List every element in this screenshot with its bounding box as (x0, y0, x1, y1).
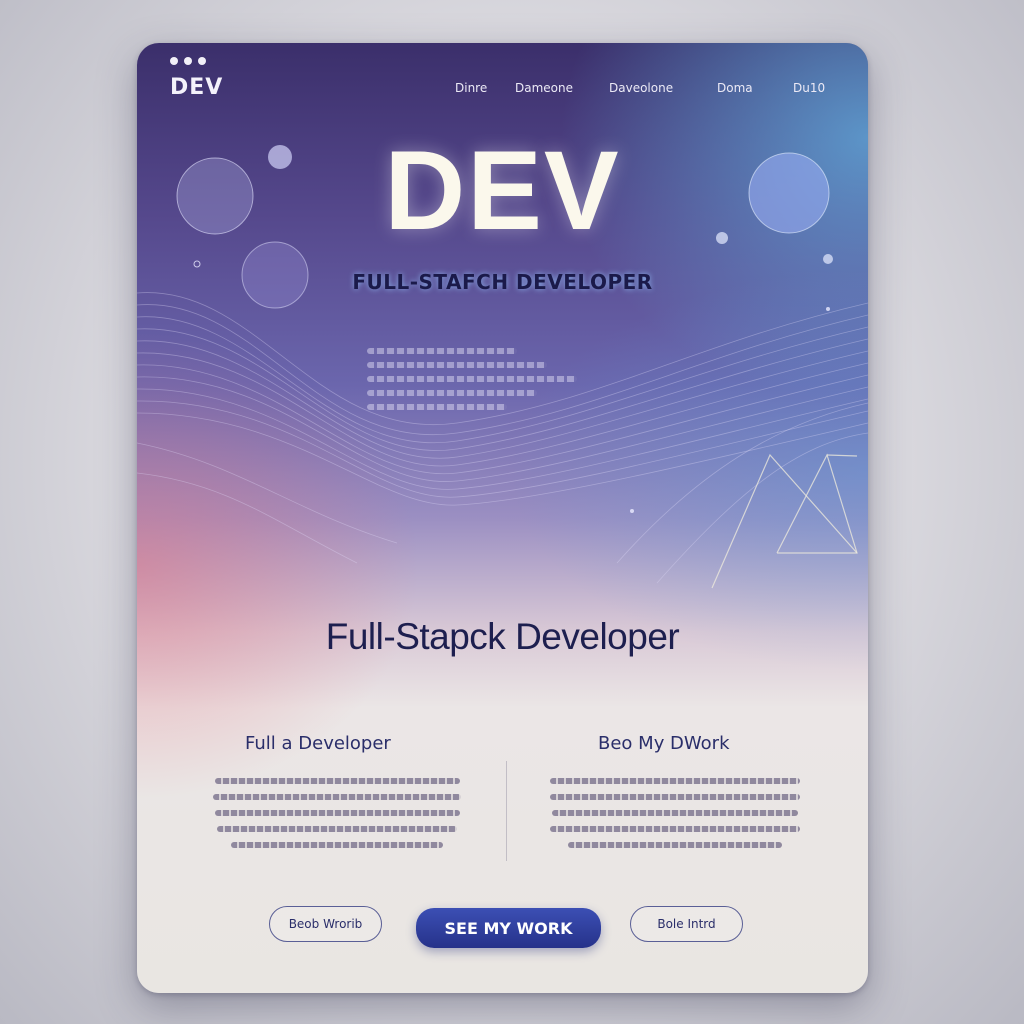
section-title: Full-Stapck Developer (325, 616, 680, 657)
text-line (214, 778, 460, 784)
hero-title: DEV (384, 128, 621, 253)
window-dot (198, 57, 206, 65)
secondary-right-button[interactable]: Bole Intrd (630, 906, 743, 942)
blurred-text-line (367, 376, 577, 382)
left-column-text (212, 778, 462, 858)
triangle-lines (711, 453, 858, 589)
wave-lines (137, 292, 868, 584)
text-line (550, 778, 800, 784)
portfolio-window: DEV Dinre Dameone Daveolone Doma Du10 DE… (137, 43, 868, 993)
text-line (550, 794, 800, 800)
window-dots (170, 57, 206, 65)
text-line (550, 826, 800, 832)
text-line (213, 794, 461, 800)
nav-item-4[interactable]: Doma (717, 81, 753, 95)
nav-item-3[interactable]: Daveolone (609, 81, 673, 95)
hero-blurred-text (367, 348, 587, 418)
text-line (568, 842, 782, 848)
nav-item-2[interactable]: Dameone (515, 81, 573, 95)
left-column-heading: Full a Developer (245, 733, 391, 754)
see-my-work-button[interactable]: SEE MY WORK (416, 908, 601, 948)
right-column-heading: Beo My DWork (598, 733, 730, 754)
window-dot (170, 57, 178, 65)
right-column-text (549, 778, 801, 858)
text-line (214, 810, 460, 816)
text-line (217, 826, 457, 832)
nav-item-1[interactable]: Dinre (455, 81, 487, 95)
hero-subtitle: FULL-STAFCH DEVELOPER (352, 270, 653, 294)
window-dot (184, 57, 192, 65)
blurred-text-line (367, 362, 547, 368)
nav-item-5[interactable]: Du10 (793, 81, 825, 95)
text-line (552, 810, 798, 816)
blurred-text-line (367, 348, 517, 354)
column-divider (506, 761, 507, 861)
text-line (231, 842, 443, 848)
blurred-text-line (367, 404, 507, 410)
blurred-text-line (367, 390, 537, 396)
top-nav: Dinre Dameone Daveolone Doma Du10 (137, 81, 868, 101)
secondary-left-button[interactable]: Beob Wrorib (269, 906, 382, 942)
